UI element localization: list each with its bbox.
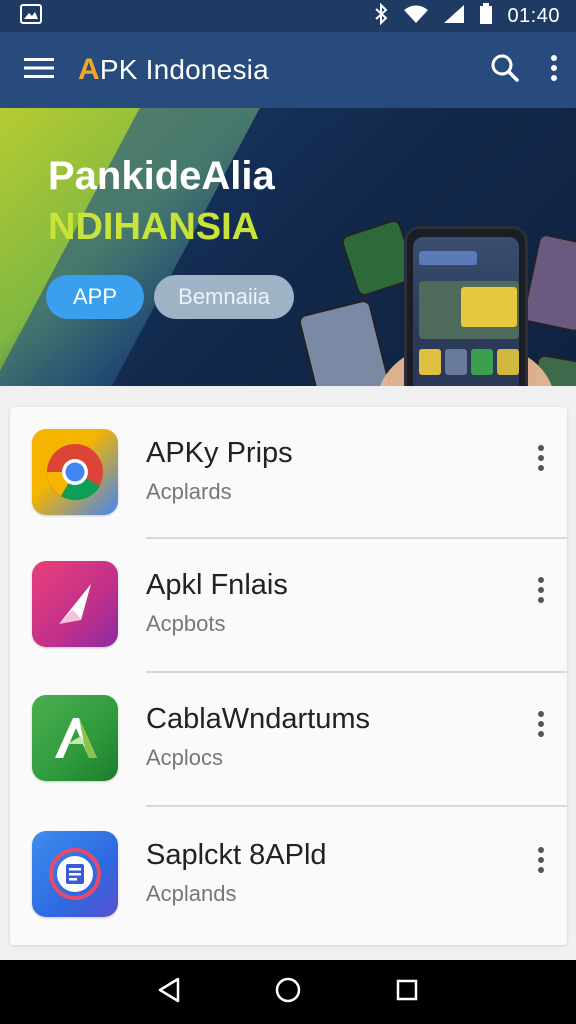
image-icon — [20, 3, 42, 29]
list-item[interactable]: CablaWndartums Acplocs — [10, 675, 567, 809]
app-title-text: PK Indonesia — [99, 54, 269, 85]
signal-icon — [443, 4, 465, 29]
system-nav-bar — [0, 960, 576, 1024]
app-name: CablaWndartums — [146, 703, 371, 735]
android-a-icon — [32, 695, 118, 781]
banner-subheadline: NDIHANSIA — [48, 206, 260, 248]
bluetooth-icon — [373, 2, 389, 30]
status-bar: 01:40 — [0, 0, 576, 32]
more-vert-icon[interactable] — [531, 573, 551, 607]
more-vert-icon[interactable] — [531, 843, 551, 877]
status-time: 01:40 — [507, 4, 560, 27]
floating-app-tile — [521, 232, 576, 334]
list-item[interactable]: Apkl Fnlais Acpbots — [10, 541, 567, 675]
app-name: Saplckt 8APld — [146, 839, 327, 871]
more-vert-icon[interactable] — [550, 54, 558, 86]
app-bar: A PK Indonesia — [0, 32, 576, 108]
app-name: APKy Prips — [146, 437, 293, 469]
divider — [146, 805, 567, 807]
banner-headline: PankideAlia — [48, 154, 275, 198]
banner-secondary-button[interactable]: Bemnaiia — [154, 275, 294, 319]
app-name: Apkl Fnlais — [146, 569, 288, 601]
home-icon[interactable] — [274, 976, 302, 1009]
divider — [146, 537, 567, 539]
list-item[interactable]: APKy Prips Acplards — [10, 407, 567, 541]
app-subtitle: Acpbots — [146, 611, 226, 636]
app-list: APKy Prips Acplards Apkl Fnlais Acpbots … — [10, 407, 567, 945]
divider — [146, 671, 567, 673]
list-item[interactable]: Saplckt 8APld Acplands — [10, 809, 567, 943]
more-vert-icon[interactable] — [531, 441, 551, 475]
back-icon[interactable] — [157, 977, 181, 1008]
search-icon[interactable] — [490, 53, 520, 88]
chrome-icon — [32, 429, 118, 515]
battery-icon — [479, 2, 493, 30]
wifi-icon — [403, 4, 429, 29]
paper-plane-icon — [32, 561, 118, 647]
app-subtitle: Acplands — [146, 881, 237, 906]
app-subtitle: Acplards — [146, 479, 232, 504]
app-title-logo-letter: A — [78, 53, 100, 86]
floating-app-tile — [297, 298, 393, 386]
document-icon — [32, 831, 118, 917]
more-vert-icon[interactable] — [531, 707, 551, 741]
menu-icon[interactable] — [24, 56, 54, 85]
app-title: A PK Indonesia — [78, 53, 269, 87]
status-icons: 01:40 — [373, 2, 560, 30]
phone-illustration — [404, 226, 528, 386]
recents-icon[interactable] — [395, 978, 419, 1007]
app-subtitle: Acplocs — [146, 745, 224, 770]
app-button[interactable]: APP — [46, 275, 144, 319]
